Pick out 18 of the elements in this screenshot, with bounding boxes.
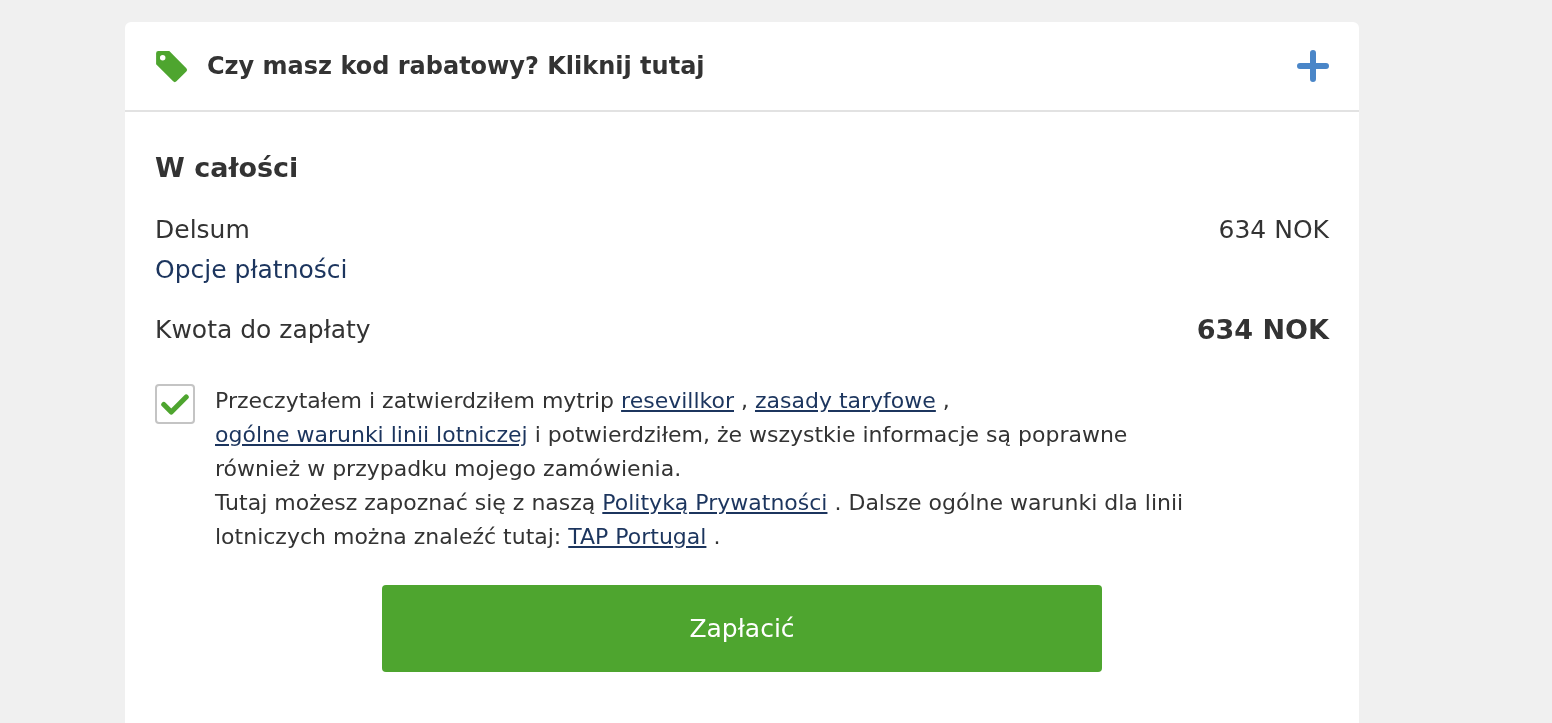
plus-icon[interactable] bbox=[1297, 50, 1329, 82]
privacy-note: Tutaj możesz zapoznać się z naszą Polityką Prywatności . Dalsze ogólne warunki dla linii lotniczych można znaleźć tutaj: TAP Portugal . bbox=[215, 489, 1185, 551]
payment-options-link[interactable]: Opcje płatności bbox=[155, 250, 348, 290]
text-link[interactable]: ogólne warunki linii lotniczej bbox=[215, 422, 528, 447]
text-link[interactable]: resevillkor bbox=[621, 388, 734, 413]
terms-statement: Przeczytałem i zatwierdziłem mytrip resevillkor , zasady taryfowe , ogólne warunki linii lotniczej i potwierdziłem, że wszystkie informacje są poprawne również w przypadku mojego zamówienia. bbox=[215, 387, 1129, 483]
total-amount: 634 NOK bbox=[1196, 313, 1329, 347]
total-label: Kwota do zapłaty bbox=[155, 314, 371, 346]
checkmark-icon bbox=[161, 393, 189, 415]
tag-icon bbox=[155, 49, 188, 83]
text-link[interactable]: Polityką Prywatności bbox=[602, 490, 828, 515]
section-title: W całości bbox=[155, 151, 300, 185]
checkbox[interactable] bbox=[155, 384, 195, 424]
line-amount: 634 NOK bbox=[1218, 214, 1329, 246]
text-link[interactable]: zasady taryfowe bbox=[755, 388, 936, 413]
line-label: Delsum bbox=[155, 214, 250, 246]
text-link[interactable]: TAP Portugal bbox=[568, 524, 707, 549]
discount-prompt[interactable]: Czy masz kod rabatowy? Kliknij tutaj bbox=[207, 52, 705, 80]
